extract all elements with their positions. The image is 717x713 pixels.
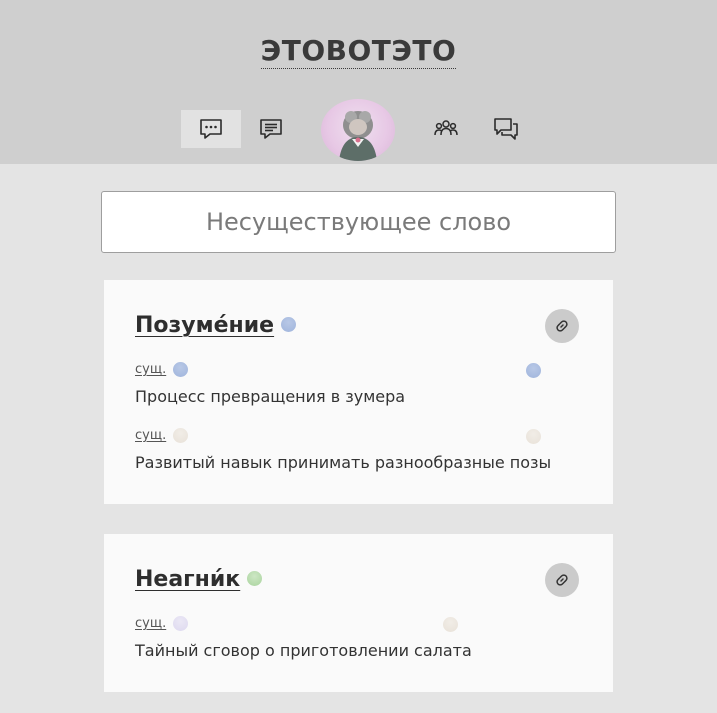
speech-bubbles-icon — [494, 118, 518, 140]
group-people-icon — [434, 120, 458, 136]
part-of-speech-row: сущ. — [135, 428, 189, 443]
word-search-input[interactable] — [101, 191, 616, 253]
sense-color-dot — [173, 362, 189, 377]
part-of-speech-label[interactable]: сущ. — [135, 616, 166, 631]
word-title[interactable]: Неагни́к — [135, 567, 240, 592]
copy-link-button[interactable] — [545, 309, 579, 343]
word-card: Позуме́ние сущ. Процесс превращения в зу… — [104, 280, 613, 504]
part-of-speech-label[interactable]: сущ. — [135, 362, 166, 377]
sense-color-dot — [173, 616, 189, 631]
nav-chat-button[interactable] — [181, 110, 241, 148]
sense-definition: Процесс превращения в зумера — [135, 387, 406, 406]
copy-link-button[interactable] — [545, 563, 579, 597]
sense-color-dot — [173, 428, 189, 443]
sense-marker-dot — [526, 429, 541, 444]
sense-definition: Развитый навык принимать разнообразные п… — [135, 453, 552, 472]
word-heading: Позуме́ние — [135, 313, 297, 338]
link-icon — [556, 574, 568, 586]
part-of-speech-label[interactable]: сущ. — [135, 428, 166, 443]
word-color-dot — [247, 571, 263, 586]
chat-bubble-dots-icon — [200, 119, 222, 139]
word-title[interactable]: Позуме́ние — [135, 313, 274, 338]
part-of-speech-row: сущ. — [135, 616, 189, 631]
site-title: ЭТОВОТЭТО — [0, 34, 717, 69]
document-lines-icon — [260, 119, 282, 139]
nav-articles-button[interactable] — [241, 110, 301, 148]
word-heading: Неагни́к — [135, 567, 263, 592]
sense-marker-dot — [443, 617, 458, 632]
nav-people-button[interactable] — [416, 110, 476, 148]
word-color-dot — [281, 317, 297, 332]
avatar-icon — [339, 111, 377, 161]
profile-avatar[interactable] — [321, 99, 395, 161]
nav-discussions-button[interactable] — [476, 110, 536, 148]
link-icon — [556, 320, 568, 332]
site-title-text[interactable]: ЭТОВОТЭТО — [260, 34, 457, 69]
word-card: Неагни́к сущ. Тайный сговор о приготовле… — [104, 534, 613, 692]
sense-definition: Тайный сговор о приготовлении салата — [135, 641, 472, 660]
sense-marker-dot — [526, 363, 541, 378]
site-header: ЭТОВОТЭТО — [0, 0, 717, 164]
part-of-speech-row: сущ. — [135, 362, 189, 377]
